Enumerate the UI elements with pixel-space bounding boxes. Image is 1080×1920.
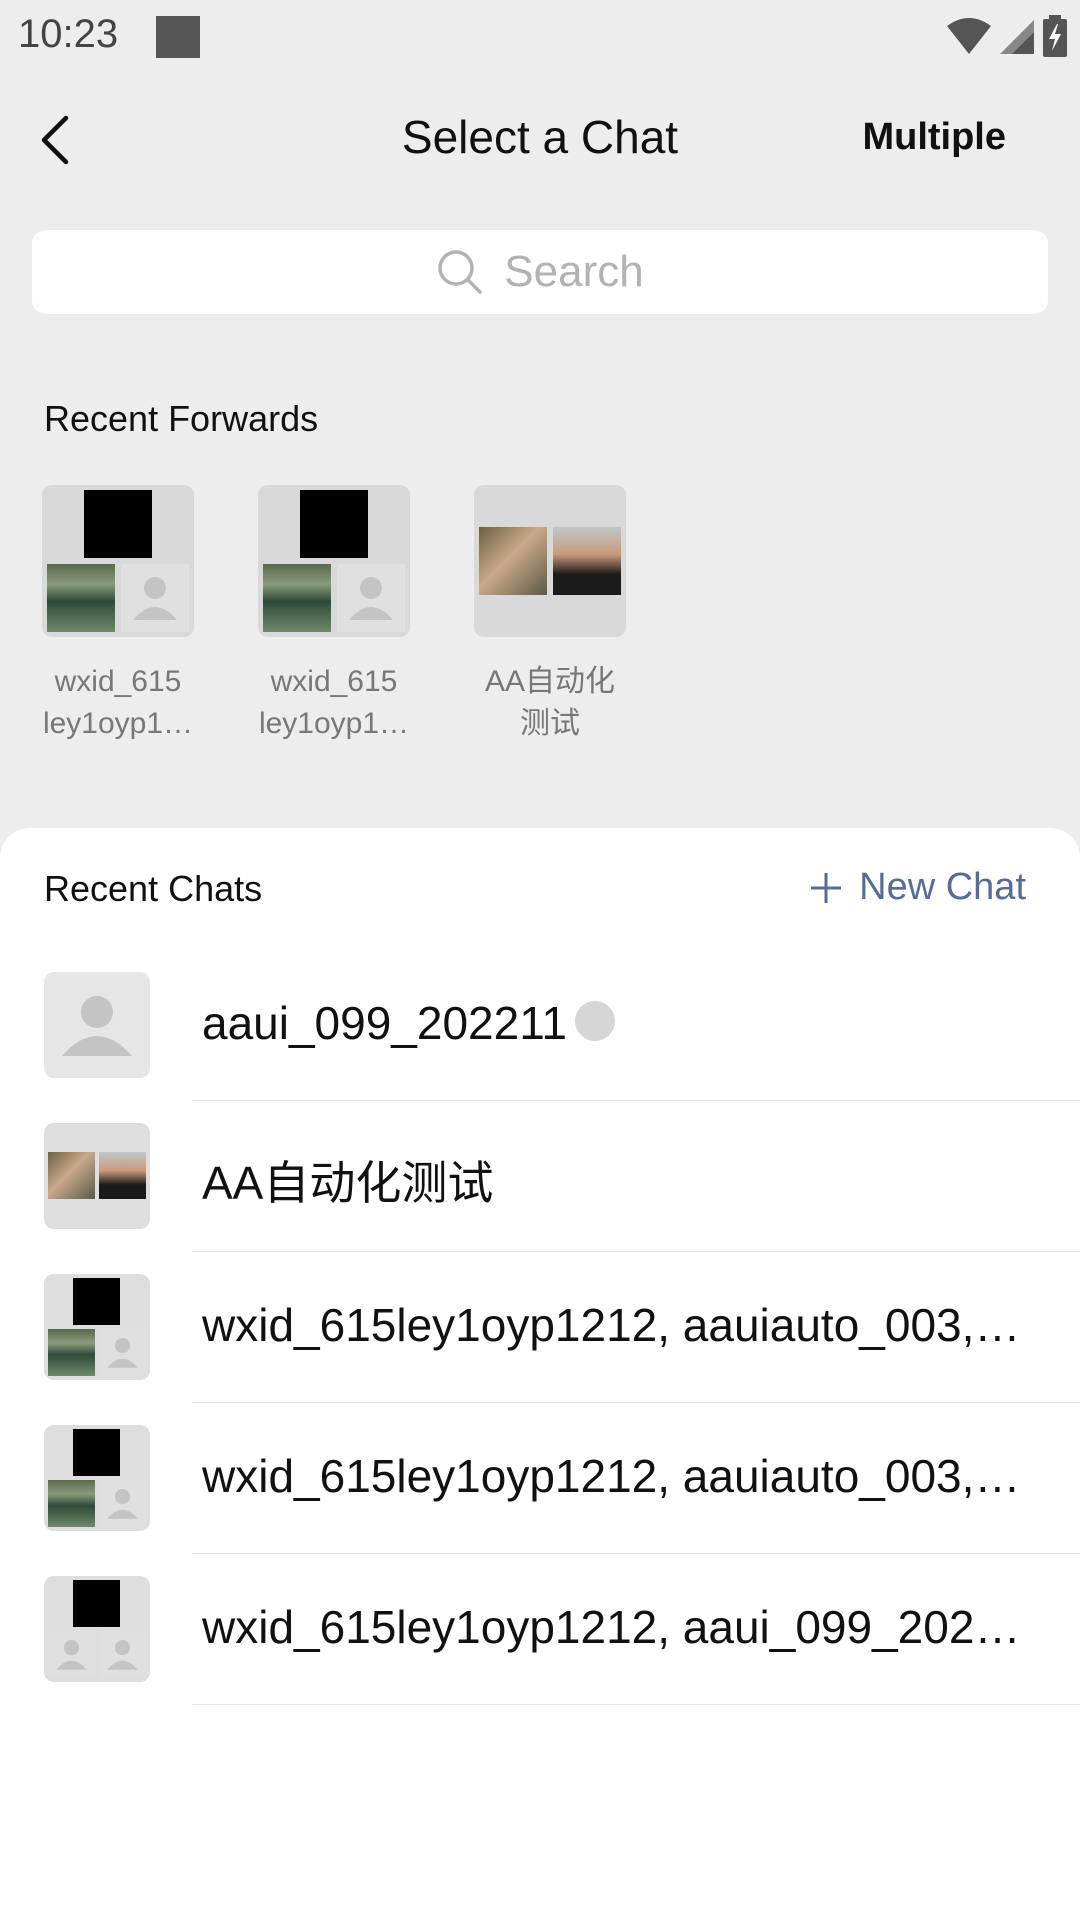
group-avatar: [44, 1425, 150, 1531]
chat-name: AA自动化测试: [202, 1157, 494, 1209]
group-avatar: [44, 1576, 150, 1682]
group-avatar: [44, 1274, 150, 1380]
new-chat-label: New Chat: [859, 866, 1026, 908]
title-bar: Select a Chat Multiple: [0, 100, 1080, 180]
person-icon: [62, 996, 132, 1056]
status-time: 10:23: [18, 12, 119, 56]
multiple-button[interactable]: Multiple: [862, 116, 1006, 159]
search-input[interactable]: Search: [32, 230, 1048, 314]
group-avatar: [258, 485, 410, 637]
forward-item[interactable]: wxid_615 ley1oyp1…: [258, 485, 410, 745]
status-icons: [946, 14, 1068, 58]
forward-item[interactable]: wxid_615 ley1oyp1…: [42, 485, 194, 745]
avatar: [44, 972, 150, 1078]
forward-name: AA自动化 测试: [484, 665, 616, 740]
signal-icon: [1000, 20, 1034, 54]
group-avatar: [474, 485, 626, 637]
status-bar: 10:23: [0, 0, 1080, 75]
new-chat-button[interactable]: New Chat: [809, 866, 1026, 909]
search-placeholder: Search: [504, 247, 644, 296]
smile-icon: [574, 1000, 615, 1041]
divider: [192, 1704, 1080, 1705]
chat-name: wxid_615ley1oyp1212, aauiauto_003, a…: [202, 1450, 1032, 1502]
chat-row[interactable]: aaui_099_202211: [0, 950, 1080, 1101]
notification-icon: [156, 16, 200, 58]
chat-name: wxid_615ley1oyp1212, aauiauto_003, a…: [202, 1299, 1032, 1351]
person-icon: [56, 1639, 87, 1670]
search-icon: [438, 250, 483, 294]
plus-icon: [811, 872, 842, 903]
person-icon: [133, 577, 177, 620]
recent-chats-sheet: Recent Chats New Chat aaui_099_202211 AA…: [0, 828, 1080, 1920]
battery-icon: [1043, 15, 1067, 57]
forward-item[interactable]: AA自动化 测试: [474, 485, 626, 745]
group-avatar: [44, 1123, 150, 1229]
chat-row[interactable]: AA自动化测试: [0, 1101, 1080, 1252]
person-icon: [107, 1639, 138, 1670]
group-avatar: [42, 485, 194, 637]
forward-name: wxid_615 ley1oyp1…: [258, 665, 410, 740]
person-icon: [349, 577, 393, 620]
chat-name: aaui_099_202211: [202, 996, 1032, 1050]
chat-name: wxid_615ley1oyp1212, aaui_099_2022…: [202, 1601, 1032, 1653]
recent-chats-label: Recent Chats: [44, 868, 263, 909]
chat-row[interactable]: wxid_615ley1oyp1212, aauiauto_003, a…: [0, 1403, 1080, 1554]
person-icon: [107, 1337, 138, 1368]
chat-row[interactable]: wxid_615ley1oyp1212, aauiauto_003, a…: [0, 1252, 1080, 1403]
chat-row[interactable]: wxid_615ley1oyp1212, aaui_099_2022…: [0, 1554, 1080, 1705]
wifi-icon: [947, 18, 991, 54]
recent-forwards-label: Recent Forwards: [44, 398, 319, 439]
person-icon: [107, 1488, 138, 1519]
forward-name: wxid_615 ley1oyp1…: [42, 665, 194, 740]
